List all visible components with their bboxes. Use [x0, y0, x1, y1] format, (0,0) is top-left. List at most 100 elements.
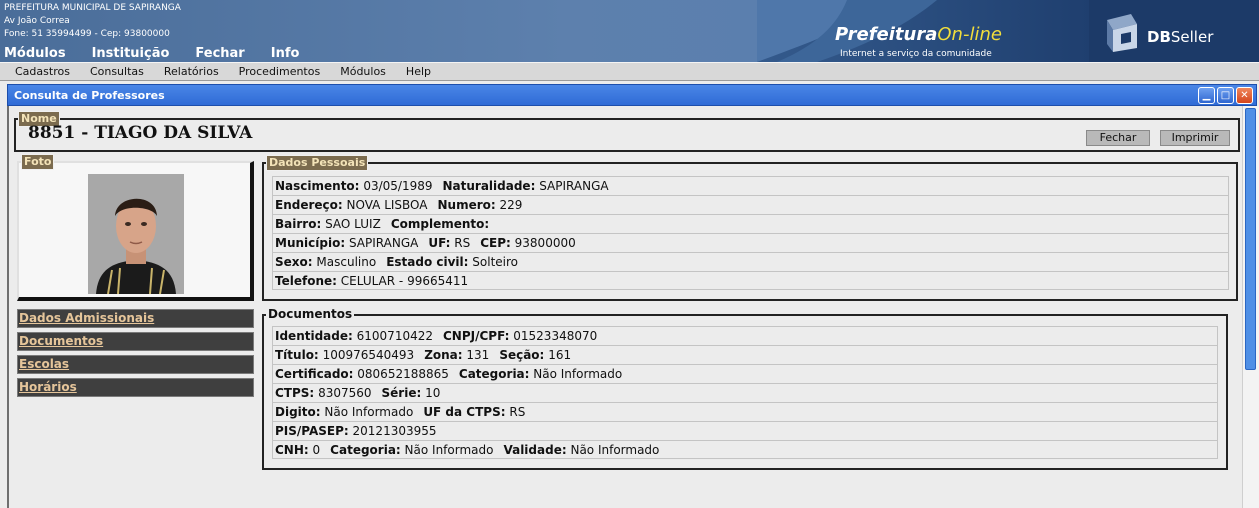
uf-value: RS — [454, 236, 471, 250]
certificado-value: 080652188865 — [357, 367, 449, 381]
nascimento-value: 03/05/1989 — [363, 179, 433, 193]
row-endereco: Endereço: NOVA LISBOA Numero: 229 — [273, 195, 1228, 214]
top-menu-fechar[interactable]: Fechar — [195, 46, 244, 61]
dbseller-seller: Seller — [1170, 28, 1214, 46]
cnpj-label: CNPJ/CPF: — [443, 329, 510, 343]
menu-consultas[interactable]: Consultas — [90, 65, 144, 78]
pis-label: PIS/PASEP: — [275, 424, 349, 438]
org-name: PREFEITURA MUNICIPAL DE SAPIRANGA — [4, 3, 181, 13]
sexo-label: Sexo: — [275, 255, 313, 269]
menu-bar: Cadastros Consultas Relatórios Procedime… — [0, 62, 1259, 81]
cnpj-value: 01523348070 — [513, 329, 598, 343]
sexo-value: Masculino — [316, 255, 377, 269]
complemento-label: Complemento: — [390, 217, 490, 231]
row-nascimento: Nascimento: 03/05/1989 Naturalidade: SAPI… — [273, 176, 1228, 195]
window-title: Consulta de Professores — [14, 89, 165, 102]
professor-name: 8851 - TIAGO DA SILVA — [28, 123, 253, 143]
uf-ctps-value: RS — [509, 405, 526, 419]
maximize-button[interactable]: □ — [1217, 87, 1234, 104]
cnh-label: CNH: — [275, 443, 309, 457]
documentos-fieldset: Documentos Identidade: 6100710422 CNPJ/CP… — [262, 307, 1228, 470]
dbseller-text: DBSeller — [1147, 28, 1213, 46]
row-ctps: CTPS: 8307560 Série: 10 — [273, 383, 1217, 402]
row-pis: PIS/PASEP: 20121303955 — [273, 421, 1217, 440]
prefeitura-online-logo: PrefeituraOn-line Internet a serviço da … — [757, 0, 1089, 62]
top-menu: Módulos Instituição Fechar Info — [4, 46, 299, 61]
minimize-button[interactable]: ▁ — [1198, 87, 1215, 104]
menu-help[interactable]: Help — [406, 65, 431, 78]
scrollbar-thumb[interactable] — [1245, 108, 1256, 370]
endereco-label: Endereço: — [275, 198, 343, 212]
estado-civil-label: Estado civil: — [386, 255, 469, 269]
numero-value: 229 — [499, 198, 523, 212]
zona-label: Zona: — [424, 348, 463, 362]
ctps-value: 8307560 — [318, 386, 372, 400]
validade-label: Validade: — [503, 443, 567, 457]
professor-photo — [88, 174, 184, 294]
vertical-scrollbar[interactable] — [1242, 106, 1259, 508]
row-digito: Digito: Não Informado UF da CTPS: RS — [273, 402, 1217, 421]
logo-tagline: Internet a serviço da comunidade — [840, 49, 992, 59]
naturalidade-label: Naturalidade: — [442, 179, 536, 193]
categoria-label: Categoria: — [458, 367, 530, 381]
foto-legend: Foto — [21, 154, 55, 170]
dbseller-db: DB — [1147, 28, 1171, 46]
nav-horarios[interactable]: Horários — [17, 378, 254, 397]
secao-value: 161 — [548, 348, 572, 362]
telefone-value: CELULAR - 99665411 — [340, 274, 469, 288]
cnh-categoria-value: Não Informado — [404, 443, 494, 457]
portrait-image-icon — [88, 174, 184, 294]
logo-online-text: On-line — [937, 24, 1002, 45]
validade-value: Não Informado — [570, 443, 660, 457]
serie-value: 10 — [425, 386, 441, 400]
imprimir-button[interactable]: Imprimir — [1160, 130, 1230, 146]
nav-dados-admissionais[interactable]: Dados Admissionais — [17, 309, 254, 328]
certificado-label: Certificado: — [275, 367, 354, 381]
cnh-value: 0 — [312, 443, 321, 457]
top-menu-modulos[interactable]: Módulos — [4, 46, 66, 61]
menu-procedimentos[interactable]: Procedimentos — [239, 65, 321, 78]
dados-pessoais-legend: Dados Pessoais — [266, 155, 369, 171]
nav-escolas[interactable]: Escolas — [17, 355, 254, 374]
logo-prefeitura-text: Prefeitura — [835, 24, 938, 45]
row-municipio: Município: SAPIRANGA UF: RS CEP: 93800000 — [273, 233, 1228, 252]
row-identidade: Identidade: 6100710422 CNPJ/CPF: 01523348… — [273, 326, 1217, 345]
menu-cadastros[interactable]: Cadastros — [15, 65, 70, 78]
row-sexo: Sexo: Masculino Estado civil: Solteiro — [273, 252, 1228, 271]
documentos-table: Identidade: 6100710422 CNPJ/CPF: 01523348… — [272, 326, 1218, 459]
bairro-value: SAO LUIZ — [325, 217, 381, 231]
uf-ctps-label: UF da CTPS: — [423, 405, 506, 419]
naturalidade-value: SAPIRANGA — [539, 179, 609, 193]
serie-label: Série: — [381, 386, 422, 400]
estado-civil-value: Solteiro — [472, 255, 519, 269]
top-menu-instituicao[interactable]: Instituição — [92, 46, 170, 61]
dbseller-mark-icon — [1107, 14, 1137, 52]
titulo-value: 100976540493 — [322, 348, 415, 362]
titulo-label: Título: — [275, 348, 319, 362]
foto-fieldset: Foto — [17, 154, 254, 301]
top-menu-info[interactable]: Info — [271, 46, 300, 61]
window-title-bar[interactable]: Consulta de Professores ▁ □ ✕ — [7, 84, 1257, 106]
row-certificado: Certificado: 080652188865 Categoria: Não … — [273, 364, 1217, 383]
row-titulo: Título: 100976540493 Zona: 131 Seção: 161 — [273, 345, 1217, 364]
menu-relatorios[interactable]: Relatórios — [164, 65, 219, 78]
nav-documentos[interactable]: Documentos — [17, 332, 254, 351]
ctps-label: CTPS: — [275, 386, 315, 400]
close-button[interactable]: ✕ — [1236, 87, 1253, 104]
org-contact: Fone: 51 35994499 - Cep: 93800000 — [4, 29, 170, 39]
header-banner: PREFEITURA MUNICIPAL DE SAPIRANGA Av Joã… — [0, 0, 1259, 62]
cep-value: 93800000 — [514, 236, 576, 250]
fechar-button[interactable]: Fechar — [1086, 130, 1150, 146]
secao-label: Seção: — [499, 348, 545, 362]
bairro-label: Bairro: — [275, 217, 322, 231]
org-info: PREFEITURA MUNICIPAL DE SAPIRANGA Av Joã… — [4, 2, 181, 41]
dados-pessoais-table: Nascimento: 03/05/1989 Naturalidade: SAPI… — [272, 176, 1229, 290]
close-icon: ✕ — [1240, 90, 1249, 101]
digito-label: Digito: — [275, 405, 321, 419]
identidade-label: Identidade: — [275, 329, 353, 343]
row-telefone: Telefone: CELULAR - 99665411 — [273, 271, 1228, 290]
telefone-label: Telefone: — [275, 274, 337, 288]
logo-title: PrefeituraOn-line — [835, 24, 1002, 45]
menu-modulos[interactable]: Módulos — [340, 65, 386, 78]
digito-value: Não Informado — [324, 405, 414, 419]
